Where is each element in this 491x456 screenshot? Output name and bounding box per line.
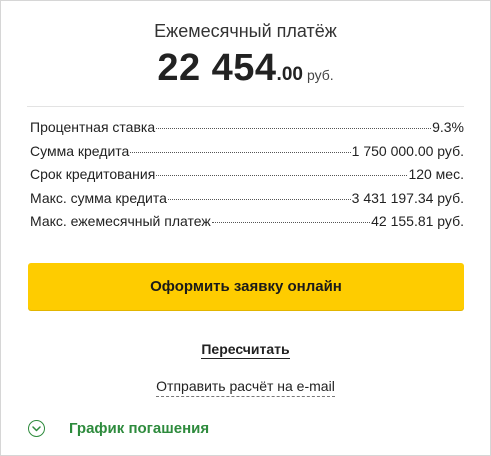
detail-value: 42 155.81 руб. <box>371 213 464 229</box>
payment-schedule-label[interactable]: График погашения <box>69 420 209 437</box>
detail-row-max-loan-amount: Макс. сумма кредита 3 431 197.34 руб. <box>30 190 464 214</box>
detail-label: Процентная ставка <box>30 119 156 135</box>
detail-label: Сумма кредита <box>30 142 130 159</box>
detail-row-loan-amount: Сумма кредита 1 750 000.00 руб. <box>30 143 464 167</box>
detail-row-max-monthly-payment: Макс. ежемесячный платеж 42 155.81 руб. <box>30 213 464 237</box>
monthly-payment-label: Ежемесячный платёж <box>154 21 337 41</box>
divider <box>27 106 464 107</box>
loan-details-list: Процентная ставка 9.3% Сумма кредита 1 7… <box>30 119 464 237</box>
detail-value: 120 мес. <box>408 166 464 182</box>
detail-row-interest-rate: Процентная ставка 9.3% <box>30 119 464 143</box>
dotted-leader <box>156 128 432 129</box>
monthly-payment-amount: 22 454.00 руб. <box>1 47 490 90</box>
amount-integer: 22 454 <box>157 47 277 89</box>
amount-decimal: .00 <box>276 64 303 85</box>
dotted-leader <box>211 222 371 223</box>
detail-row-loan-term: Срок кредитования 120 мес. <box>30 166 464 190</box>
dotted-leader <box>130 151 351 153</box>
detail-value: 9.3% <box>432 119 464 135</box>
chevron-down-circle-icon[interactable] <box>28 420 45 437</box>
loan-calculator-result-card: Ежемесячный платёж 22 454.00 руб. Процент… <box>0 0 491 456</box>
detail-label: Срок кредитования <box>30 166 156 182</box>
apply-online-button[interactable]: Оформить заявку онлайн <box>28 263 464 310</box>
detail-label: Макс. ежемесячный платеж <box>30 213 211 229</box>
detail-label: Макс. сумма кредита <box>30 189 167 206</box>
detail-value: 1 750 000.00 руб. <box>351 142 464 159</box>
dotted-leader <box>167 198 351 200</box>
detail-value: 3 431 197.34 руб. <box>351 189 464 206</box>
amount-currency: руб. <box>306 67 334 83</box>
send-email-link[interactable]: Отправить расчёт на e-mail <box>156 378 335 397</box>
dotted-leader <box>156 175 408 176</box>
send-email-link-wrapper: Отправить расчёт на e-mail <box>1 378 490 397</box>
recalculate-link[interactable]: Пересчитать <box>201 341 290 359</box>
recalculate-link-wrapper: Пересчитать <box>1 341 490 359</box>
payment-schedule-toggle[interactable]: График погашения <box>28 420 209 437</box>
